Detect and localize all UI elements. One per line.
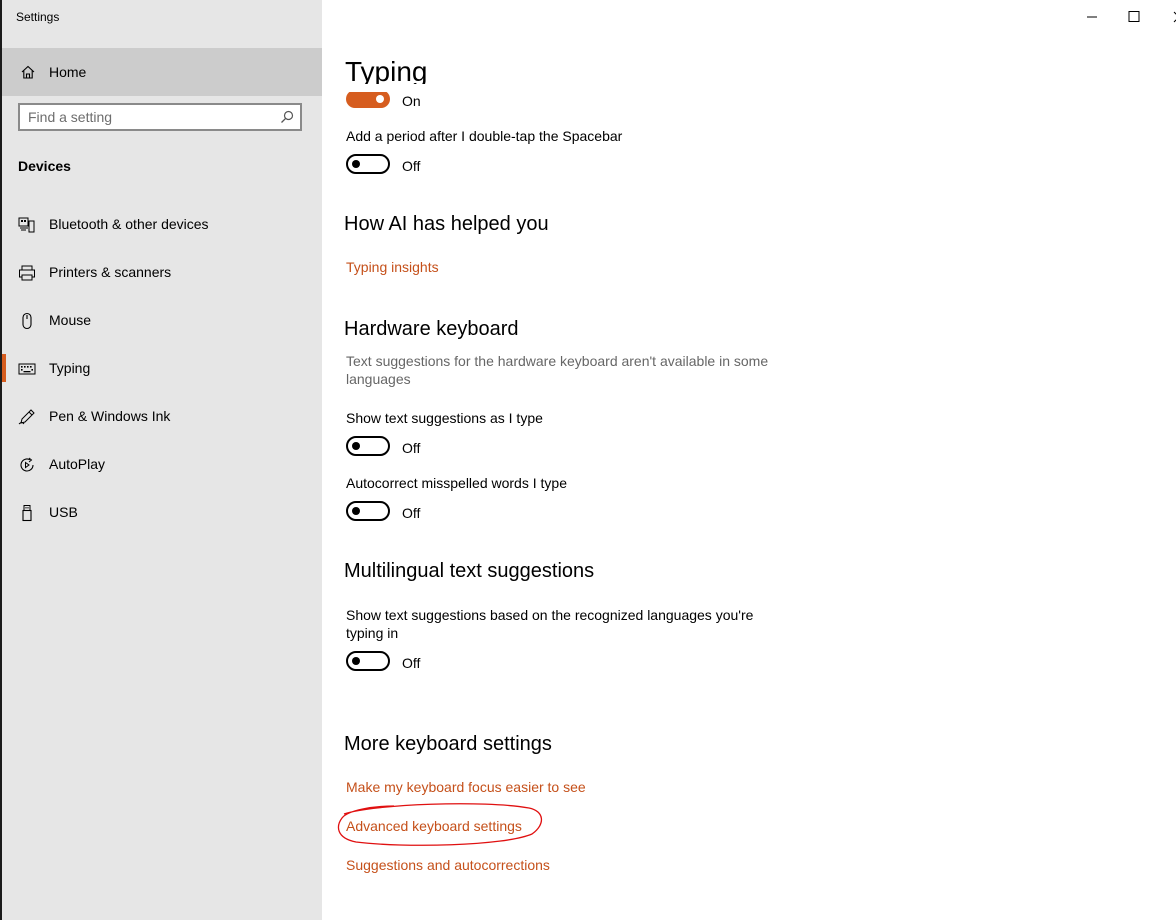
search-box[interactable] bbox=[18, 103, 302, 131]
printer-icon bbox=[19, 265, 35, 281]
search-input[interactable] bbox=[28, 108, 268, 126]
close-button[interactable] bbox=[1160, 6, 1176, 28]
sidebar-home[interactable]: Home bbox=[2, 48, 322, 96]
usb-icon bbox=[22, 505, 32, 522]
pen-icon bbox=[18, 409, 35, 425]
period-setting-label: Add a period after I double-tap the Spac… bbox=[346, 128, 623, 144]
hardware-section-heading: Hardware keyboard bbox=[344, 318, 519, 340]
more-keyboard-heading: More keyboard settings bbox=[344, 733, 552, 755]
close-icon bbox=[1173, 11, 1176, 23]
sidebar-item-label: AutoPlay bbox=[49, 456, 106, 472]
sidebar-item-typing[interactable]: Typing bbox=[2, 344, 322, 392]
period-toggle-state: Off bbox=[402, 158, 421, 174]
toggle-knob bbox=[352, 657, 360, 665]
autocorrect-state: Off bbox=[402, 505, 421, 521]
keyboard-icon bbox=[18, 363, 36, 375]
multilingual-section-heading: Multilingual text suggestions bbox=[344, 560, 595, 582]
autoplay-icon bbox=[20, 457, 34, 472]
scroll-clip bbox=[340, 84, 440, 92]
toggle-knob bbox=[352, 507, 360, 515]
section-label-devices: Devices bbox=[18, 158, 71, 174]
multilingual-label: Show text suggestions based on the recog… bbox=[346, 607, 754, 641]
typing-insights-link[interactable]: Typing insights bbox=[346, 259, 439, 275]
sidebar-item-pen[interactable]: Pen & Windows Ink bbox=[2, 392, 322, 440]
multilingual-toggle[interactable] bbox=[346, 651, 390, 671]
show-suggestions-toggle[interactable] bbox=[346, 436, 390, 456]
sidebar-item-usb[interactable]: USB bbox=[2, 488, 322, 536]
sidebar-item-label: Bluetooth & other devices bbox=[49, 216, 209, 232]
sidebar-item-label: Printers & scanners bbox=[49, 264, 172, 280]
app-title: Settings bbox=[16, 10, 60, 24]
sidebar-item-label: USB bbox=[49, 504, 78, 520]
keyboard-focus-link[interactable]: Make my keyboard focus easier to see bbox=[346, 779, 586, 795]
sidebar-item-label: Pen & Windows Ink bbox=[49, 408, 171, 424]
sidebar-item-printers[interactable]: Printers & scanners bbox=[2, 248, 322, 296]
suggestions-autocorrections-link[interactable]: Suggestions and autocorrections bbox=[346, 857, 550, 873]
sidebar-home-label: Home bbox=[49, 64, 87, 80]
hardware-section-description: Text suggestions for the hardware keyboa… bbox=[346, 353, 769, 387]
search-icon[interactable] bbox=[280, 110, 294, 124]
home-icon bbox=[21, 65, 35, 79]
mouse-icon bbox=[22, 312, 32, 330]
maximize-icon bbox=[1128, 11, 1140, 22]
minimize-icon bbox=[1087, 16, 1097, 18]
toggle-knob bbox=[352, 160, 360, 168]
sidebar-item-autoplay[interactable]: AutoPlay bbox=[2, 440, 322, 488]
sidebar-item-label: Mouse bbox=[49, 312, 92, 328]
show-suggestions-state: Off bbox=[402, 440, 421, 456]
annotation-circle bbox=[337, 803, 543, 846]
top-toggle-state: On bbox=[402, 93, 421, 109]
minimize-button[interactable] bbox=[1072, 6, 1112, 28]
autocorrect-toggle[interactable] bbox=[346, 501, 390, 521]
active-indicator bbox=[2, 354, 6, 382]
ai-section-heading: How AI has helped you bbox=[344, 213, 549, 235]
sidebar-item-mouse[interactable]: Mouse bbox=[2, 296, 322, 344]
bluetooth-devices-icon bbox=[18, 217, 35, 233]
show-suggestions-label: Show text suggestions as I type bbox=[346, 410, 543, 426]
period-toggle[interactable] bbox=[346, 154, 390, 174]
sidebar: Settings Home Devices Bluetooth & other … bbox=[2, 0, 322, 920]
autocorrect-label: Autocorrect misspelled words I type bbox=[346, 475, 567, 491]
maximize-button[interactable] bbox=[1114, 6, 1154, 28]
top-toggle[interactable] bbox=[346, 90, 390, 108]
toggle-knob bbox=[352, 442, 360, 450]
sidebar-item-bluetooth[interactable]: Bluetooth & other devices bbox=[2, 200, 322, 248]
sidebar-item-label: Typing bbox=[49, 360, 91, 376]
toggle-knob bbox=[376, 95, 384, 103]
multilingual-state: Off bbox=[402, 655, 421, 671]
